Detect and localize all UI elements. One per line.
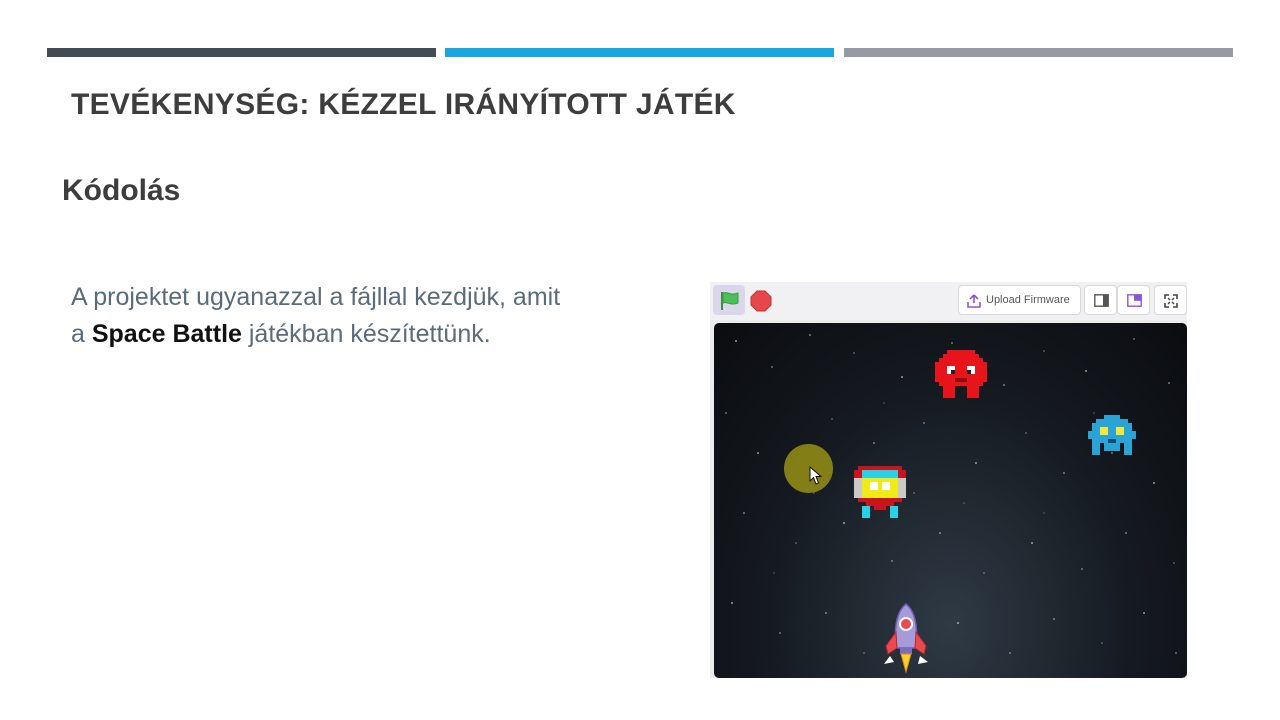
fullscreen-icon bbox=[1164, 294, 1178, 308]
body-line-2-bold: Space Battle bbox=[91, 320, 242, 348]
body-line-1: A projektet ugyanazzal a fájllal kezdjük… bbox=[71, 283, 561, 311]
small-stage-icon bbox=[1094, 294, 1109, 307]
slide-title: TEVÉKENYSÉG: KÉZZEL IRÁNYÍTOTT JÁTÉK bbox=[71, 88, 736, 121]
yellow-robot-icon bbox=[854, 466, 906, 518]
upload-firmware-button[interactable]: Upload Firmware bbox=[958, 285, 1081, 315]
blue-invader-icon bbox=[1088, 415, 1136, 455]
fullscreen-button[interactable] bbox=[1154, 285, 1187, 315]
large-stage-icon bbox=[1127, 294, 1142, 307]
green-flag-button[interactable] bbox=[713, 285, 745, 315]
accent-bar-blue bbox=[445, 48, 834, 57]
upload-firmware-label: Upload Firmware bbox=[986, 294, 1070, 306]
upload-icon bbox=[967, 294, 981, 308]
mouse-cursor-icon bbox=[809, 466, 823, 485]
rocket-icon bbox=[884, 603, 928, 674]
small-stage-button[interactable] bbox=[1084, 285, 1117, 315]
stage-toolbar: Upload Firmware bbox=[710, 282, 1187, 320]
body-line-2-prefix: a bbox=[71, 320, 92, 348]
green-flag-icon bbox=[721, 292, 739, 310]
accent-bar-gray bbox=[844, 48, 1233, 57]
body-text: A projektet ugyanazzal a fájllal kezdjük… bbox=[71, 279, 661, 353]
stop-icon[interactable] bbox=[750, 290, 772, 312]
game-stage[interactable] bbox=[714, 323, 1187, 678]
accent-bar-dark bbox=[47, 48, 436, 57]
slide-subtitle: Kódolás bbox=[62, 174, 181, 207]
body-line-2-suffix: játékban készítettünk. bbox=[241, 320, 491, 348]
large-stage-button[interactable] bbox=[1117, 285, 1150, 315]
stage-screenshot: Upload Firmware bbox=[710, 282, 1187, 678]
red-invader-icon bbox=[935, 350, 987, 398]
